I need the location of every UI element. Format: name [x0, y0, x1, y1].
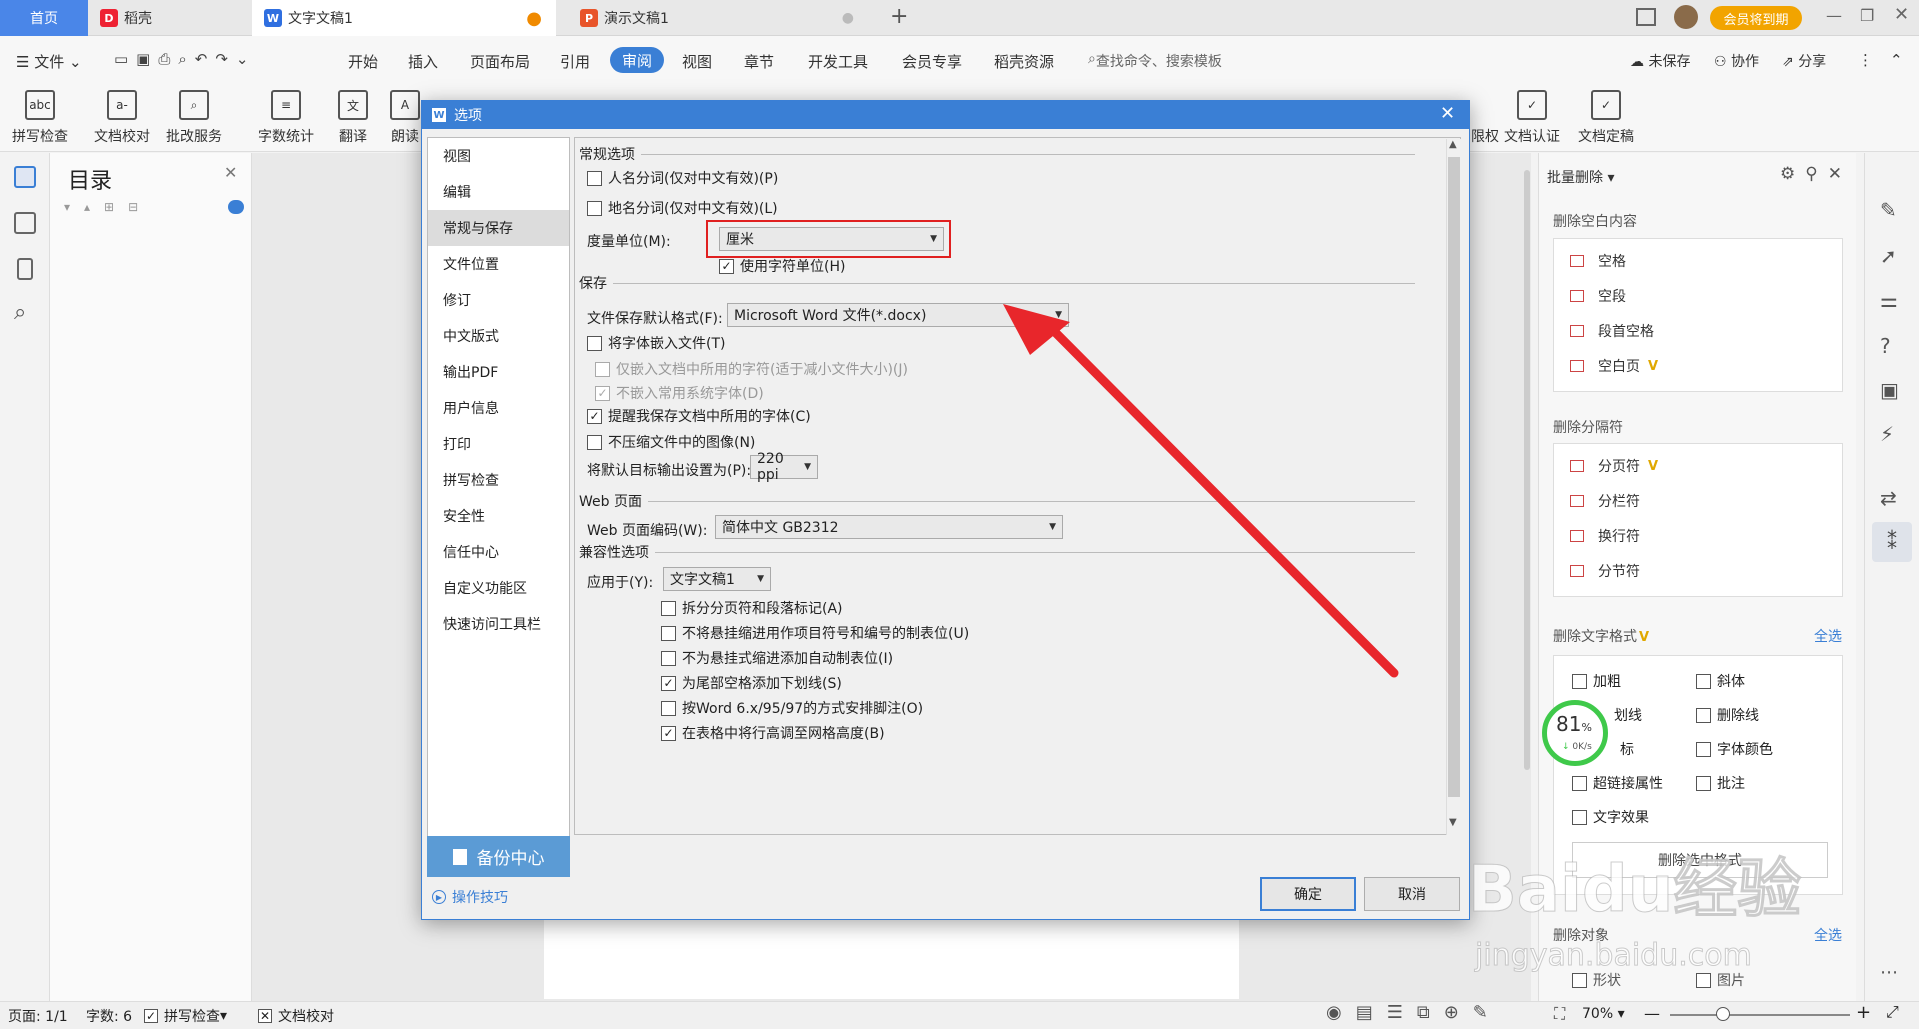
watermark-sub: jingyan.baidu.com: [1475, 938, 1753, 974]
watermark-main: Baidu经验: [1467, 853, 1802, 928]
